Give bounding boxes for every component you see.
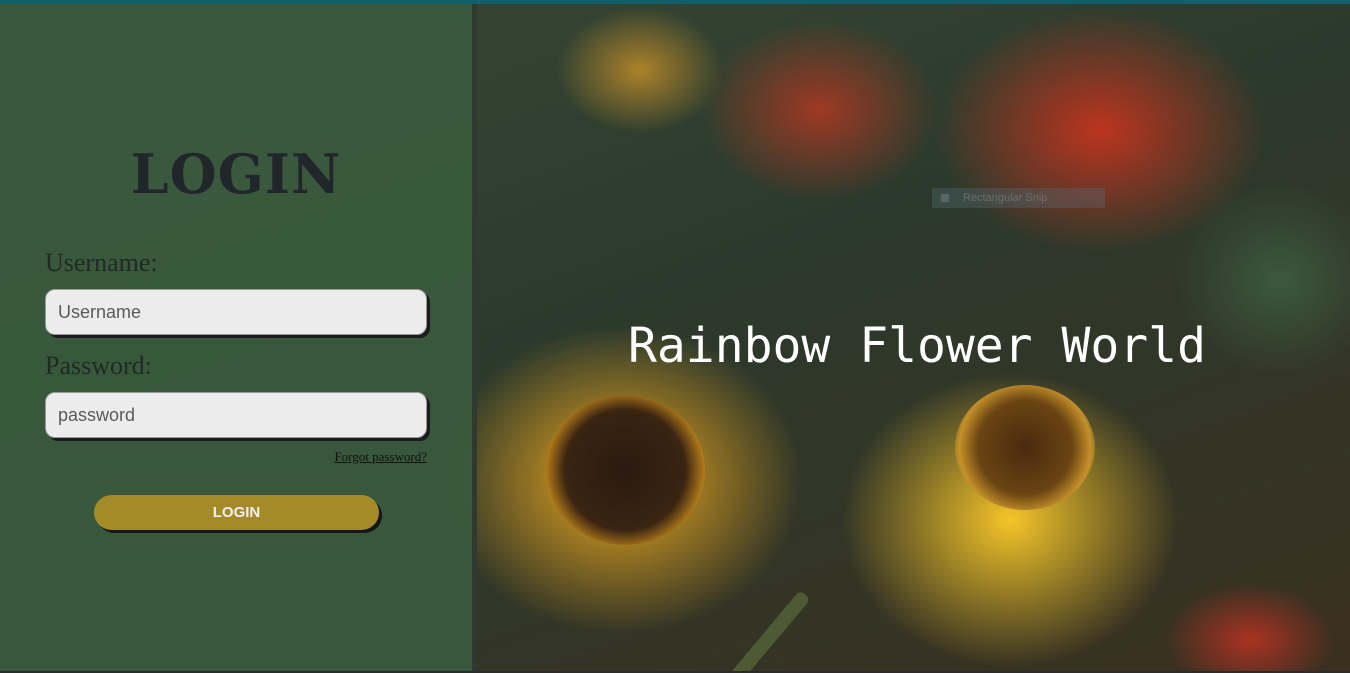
login-title: LOGIN [130, 142, 342, 206]
top-accent-bar [0, 0, 1350, 4]
snip-tooltip: Rectangular Snip [932, 188, 1105, 208]
snip-tooltip-label: Rectangular Snip [963, 192, 1048, 204]
flower-center-left [545, 395, 705, 545]
password-label: Password: [45, 351, 152, 380]
login-button[interactable]: LOGIN [94, 495, 379, 530]
flower-stem [716, 590, 811, 673]
login-panel: LOGIN Username: Password: Forgot passwor… [0, 4, 477, 671]
username-label: Username: [45, 248, 158, 277]
forgot-password-link[interactable]: Forgot password? [334, 449, 427, 465]
site-title: Rainbow Flower World [628, 318, 1206, 374]
login-page: LOGIN Username: Password: Forgot passwor… [0, 0, 1350, 673]
flower-center-right [955, 385, 1095, 510]
username-input[interactable] [45, 289, 427, 335]
snip-icon [941, 194, 949, 202]
password-input[interactable] [45, 392, 427, 438]
